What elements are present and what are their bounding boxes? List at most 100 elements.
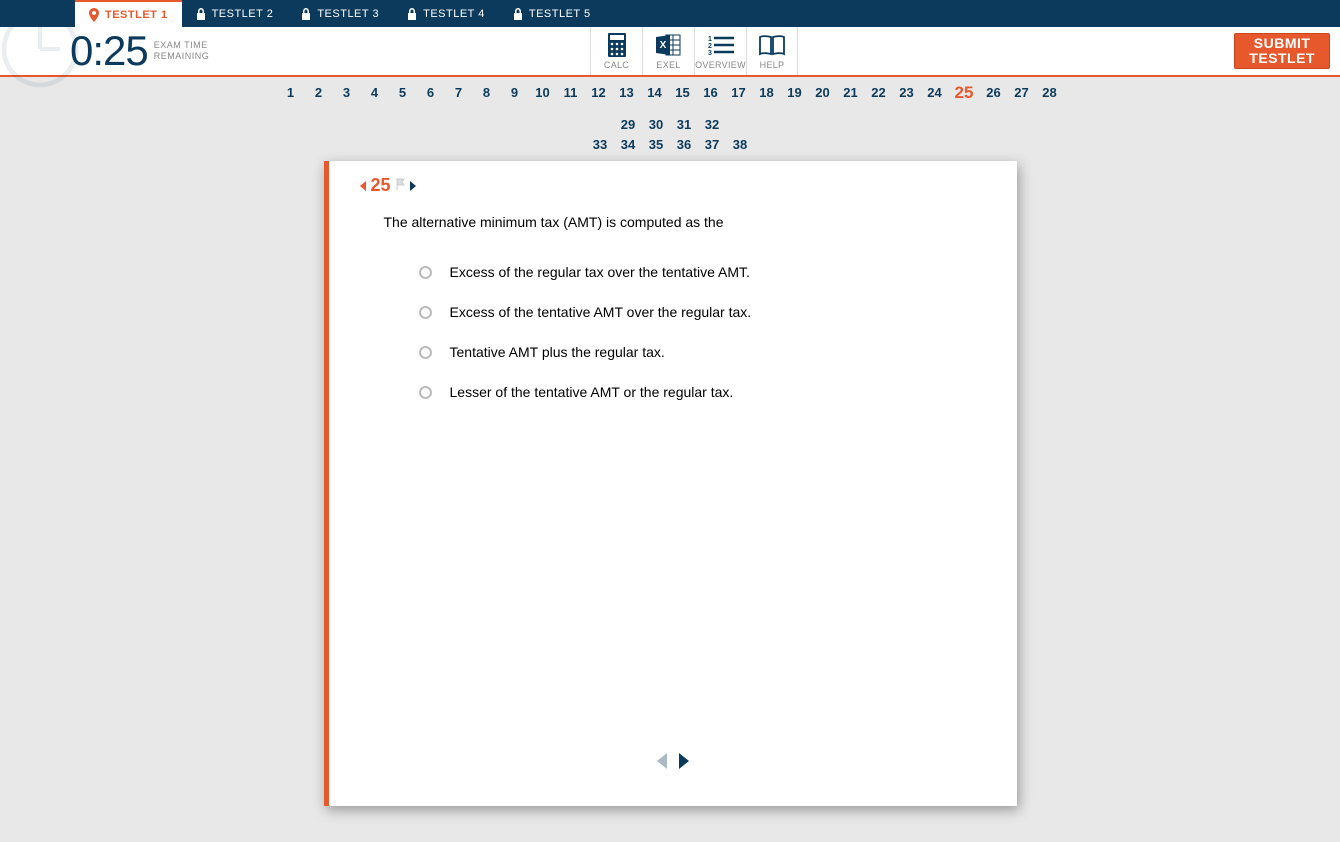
svg-text:1: 1 [708, 36, 712, 43]
answer-option[interactable]: Excess of the regular tax over the tenta… [419, 264, 977, 280]
question-nav-number[interactable]: 26 [985, 83, 1001, 103]
lock-icon [196, 8, 206, 20]
question-nav-number[interactable]: 29 [620, 115, 636, 135]
question-nav-number[interactable]: 8 [479, 83, 495, 103]
question-nav-number[interactable]: 11 [563, 83, 579, 103]
prev-question-arrow[interactable] [359, 180, 367, 192]
testlet-tab-1[interactable]: TESTLET 1 [75, 0, 182, 27]
question-nav-number[interactable]: 36 [676, 135, 692, 155]
tool-help[interactable]: HELP [746, 27, 798, 75]
lock-icon [301, 8, 311, 20]
question-nav-number[interactable]: 17 [731, 83, 747, 103]
answer-option[interactable]: Excess of the tentative AMT over the reg… [419, 304, 977, 320]
flag-icon[interactable] [396, 178, 405, 193]
radio-button[interactable] [419, 386, 432, 399]
testlet-label: TESTLET 5 [529, 8, 591, 20]
timer-value: 0:25 [15, 27, 148, 75]
question-nav-number[interactable]: 19 [787, 83, 803, 103]
answer-option[interactable]: Lesser of the tentative AMT or the regul… [419, 384, 977, 400]
question-nav-number[interactable]: 10 [535, 83, 551, 103]
question-nav-number[interactable]: 5 [395, 83, 411, 103]
tool-exel[interactable]: X EXEL [642, 27, 694, 75]
next-question-arrow[interactable] [409, 180, 417, 192]
question-nav-number[interactable]: 6 [423, 83, 439, 103]
answer-text: Lesser of the tentative AMT or the regul… [450, 384, 734, 400]
question-nav-number[interactable]: 16 [703, 83, 719, 103]
question-nav: 1234567891011121314151617181920212223242… [0, 77, 1340, 159]
tool-label: EXEL [656, 60, 680, 70]
calculator-icon [607, 32, 627, 58]
svg-text:3: 3 [708, 50, 712, 56]
question-prompt: The alternative minimum tax (AMT) is com… [384, 214, 977, 230]
question-nav-number[interactable]: 35 [648, 135, 664, 155]
question-nav-number[interactable]: 23 [899, 83, 915, 103]
question-nav-number[interactable]: 34 [620, 135, 636, 155]
tool-label: CALC [604, 60, 629, 70]
testlet-nav: TESTLET 1 TESTLET 2 TESTLET 3 TESTLET 4 … [0, 0, 1340, 27]
question-nav-number[interactable]: 24 [927, 83, 943, 103]
list-icon: 123 [708, 32, 734, 58]
tool-overview[interactable]: 123 OVERVIEW [694, 27, 746, 75]
question-nav-number[interactable]: 28 [1041, 83, 1057, 103]
toolbar: 0:25 EXAM TIME REMAINING CALC X EXEL 123… [0, 27, 1340, 77]
question-nav-number[interactable]: 4 [367, 83, 383, 103]
question-nav-number[interactable]: 22 [871, 83, 887, 103]
question-nav-number[interactable]: 18 [759, 83, 775, 103]
question-number-current: 25 [371, 175, 391, 196]
answers-list: Excess of the regular tax over the tenta… [419, 264, 977, 400]
question-nav-number[interactable]: 31 [676, 115, 692, 135]
question-card: 25 The alternative minimum tax (AMT) is … [324, 161, 1017, 806]
tool-group: CALC X EXEL 123 OVERVIEW HELP [590, 27, 798, 75]
question-nav-number[interactable]: 32 [704, 115, 720, 135]
excel-icon: X [656, 32, 682, 58]
question-nav-number[interactable]: 21 [843, 83, 859, 103]
tool-calc[interactable]: CALC [590, 27, 642, 75]
submit-testlet-button[interactable]: SUBMIT TESTLET [1234, 33, 1330, 69]
question-nav-number[interactable]: 13 [619, 83, 635, 103]
svg-text:2: 2 [708, 43, 712, 50]
radio-button[interactable] [419, 346, 432, 359]
question-nav-number[interactable]: 20 [815, 83, 831, 103]
question-nav-number[interactable]: 30 [648, 115, 664, 135]
card-bottom-nav [329, 751, 1017, 776]
question-nav-number[interactable]: 38 [732, 135, 748, 155]
answer-text: Excess of the tentative AMT over the reg… [450, 304, 752, 320]
question-nav-number[interactable]: 37 [704, 135, 720, 155]
question-nav-number[interactable]: 1 [283, 83, 299, 103]
question-nav-number[interactable]: 3 [339, 83, 355, 103]
answer-option[interactable]: Tentative AMT plus the regular tax. [419, 344, 977, 360]
radio-button[interactable] [419, 266, 432, 279]
question-nav-number[interactable]: 27 [1013, 83, 1029, 103]
question-nav-number[interactable]: 25 [955, 83, 974, 103]
testlet-tab-3[interactable]: TESTLET 3 [287, 0, 393, 27]
question-nav-number[interactable]: 15 [675, 83, 691, 103]
tool-label: OVERVIEW [695, 60, 746, 70]
question-nav-number[interactable]: 33 [592, 135, 608, 155]
pin-icon [89, 8, 99, 22]
testlet-tab-5[interactable]: TESTLET 5 [499, 0, 605, 27]
lock-icon [407, 8, 417, 20]
testlet-tab-4[interactable]: TESTLET 4 [393, 0, 499, 27]
svg-text:X: X [659, 40, 666, 51]
book-icon [758, 32, 786, 58]
card-header: 25 [359, 175, 977, 196]
timer-label: EXAM TIME REMAINING [154, 40, 210, 62]
radio-button[interactable] [419, 306, 432, 319]
question-nav-number[interactable]: 7 [451, 83, 467, 103]
testlet-label: TESTLET 3 [317, 8, 379, 20]
question-nav-number[interactable]: 12 [591, 83, 607, 103]
timer: 0:25 EXAM TIME REMAINING [0, 27, 209, 75]
lock-icon [513, 8, 523, 20]
testlet-tab-2[interactable]: TESTLET 2 [182, 0, 288, 27]
testlet-label: TESTLET 4 [423, 8, 485, 20]
tool-label: HELP [760, 60, 785, 70]
answer-text: Tentative AMT plus the regular tax. [450, 344, 665, 360]
testlet-label: TESTLET 1 [105, 9, 168, 21]
testlet-label: TESTLET 2 [212, 8, 274, 20]
question-nav-number[interactable]: 2 [311, 83, 327, 103]
question-nav-number[interactable]: 14 [647, 83, 663, 103]
next-big-arrow[interactable] [677, 751, 691, 776]
question-nav-number[interactable]: 9 [507, 83, 523, 103]
answer-text: Excess of the regular tax over the tenta… [450, 264, 750, 280]
prev-big-arrow[interactable] [655, 751, 669, 776]
